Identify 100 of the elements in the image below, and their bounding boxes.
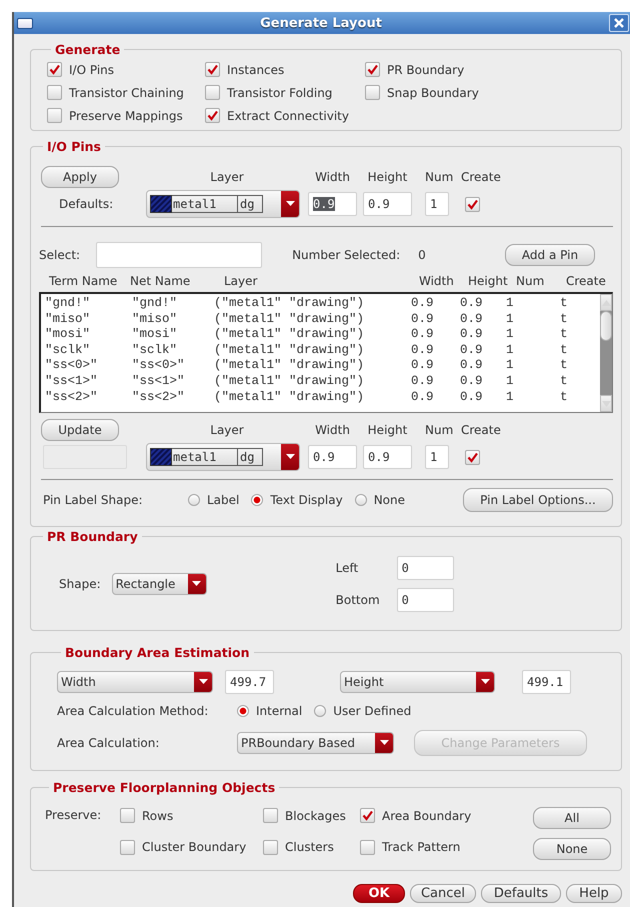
width-field[interactable]: 0.9 xyxy=(308,445,357,469)
checkbox[interactable] xyxy=(465,196,480,212)
table-cell-text: ("metal1" "drawing") xyxy=(214,327,366,343)
pin-label-options-button[interactable]: Pin Label Options... xyxy=(463,488,613,512)
column-header: Height xyxy=(468,274,509,288)
caret-icon xyxy=(192,581,202,587)
checkbox[interactable] xyxy=(47,108,62,123)
checkbox-label: I/O Pins xyxy=(69,62,114,76)
pin-list[interactable] xyxy=(39,292,613,413)
table-cell-text: ("metal1" "drawing") xyxy=(214,358,366,374)
layer-swatch-icon xyxy=(150,195,172,213)
dialog-button[interactable]: Defaults xyxy=(481,884,561,903)
column-header: Height xyxy=(366,170,408,184)
table-cell-text: ("metal1" "drawing") xyxy=(214,374,366,390)
checkbox[interactable] xyxy=(263,808,278,823)
section-title: Preserve Floorplanning Objects xyxy=(53,780,276,795)
bottom-label: Bottom xyxy=(336,593,381,607)
checkbox-label: Cluster Boundary xyxy=(142,840,246,854)
table-cell-text: 1 xyxy=(506,342,515,358)
table-cell-text: 1 xyxy=(506,374,515,390)
left-label: Left xyxy=(336,561,360,575)
radio-button[interactable] xyxy=(251,494,264,506)
num-field[interactable]: 1 xyxy=(425,445,449,469)
defaults-label: Defaults: xyxy=(58,197,114,211)
height-field[interactable]: 0.9 xyxy=(363,445,412,469)
column-header: Height xyxy=(366,423,408,437)
close-icon xyxy=(614,18,624,28)
select-all-button[interactable]: All xyxy=(533,807,611,829)
radio-button[interactable] xyxy=(237,705,249,717)
dialog-button[interactable]: Help xyxy=(566,884,622,903)
checkbox[interactable] xyxy=(47,85,62,100)
checkbox[interactable] xyxy=(263,840,278,854)
select-field[interactable] xyxy=(96,242,262,268)
layer-dropdown[interactable]: metal1 dg xyxy=(146,190,300,218)
checkbox-label: Blockages xyxy=(285,808,346,822)
radio-button[interactable] xyxy=(188,494,200,506)
checkbox[interactable] xyxy=(205,62,220,77)
checkbox-label: Area Boundary xyxy=(382,808,472,822)
table-cell-text: "ss<1>" xyxy=(44,374,99,390)
radio-label: Internal xyxy=(256,704,302,718)
width-dropdown[interactable]: Width xyxy=(57,671,213,693)
table-cell-text: "miso" xyxy=(44,312,92,328)
height-dropdown[interactable]: Height xyxy=(340,671,495,693)
table-cell-text: 1 xyxy=(506,312,515,328)
num-field[interactable]: 1 xyxy=(425,192,449,216)
section-title: Boundary Area Estimation xyxy=(65,645,250,660)
scrollbar[interactable] xyxy=(600,294,612,412)
table-cell-text: t xyxy=(559,312,569,328)
column-header: Width xyxy=(314,170,351,184)
update-button[interactable]: Update xyxy=(41,419,119,441)
section-title: PR Boundary xyxy=(47,529,138,544)
bottom-field[interactable]: 0 xyxy=(396,588,454,612)
table-cell-text: 0.9 xyxy=(410,358,435,374)
table-cell-text: "ss<0>" xyxy=(132,358,186,374)
layer-dropdown[interactable]: metal1 dg xyxy=(146,443,300,471)
shape-label: Shape: xyxy=(59,577,101,591)
checkbox[interactable] xyxy=(205,85,220,100)
table-cell-text: 1 xyxy=(506,296,515,312)
caret-icon xyxy=(480,679,490,685)
checkbox[interactable] xyxy=(120,840,135,854)
scroll-up-icon[interactable] xyxy=(602,300,610,306)
width-field[interactable]: 0.9 xyxy=(308,192,357,216)
apply-button[interactable]: Apply xyxy=(41,166,119,188)
select-label: Select: xyxy=(39,248,80,262)
column-header: Layer xyxy=(209,170,245,184)
checkbox[interactable] xyxy=(465,450,480,464)
checkbox[interactable] xyxy=(365,62,380,77)
checkbox[interactable] xyxy=(360,840,375,854)
table-cell-text: 1 xyxy=(506,327,515,343)
area-calculation-dropdown[interactable]: PRBoundary Based xyxy=(237,732,394,754)
table-cell-text: "sclk" xyxy=(44,342,92,358)
table-cell-text: ("metal1" "drawing") xyxy=(214,296,366,312)
window-title: Generate Layout xyxy=(259,16,383,30)
height-field[interactable]: 0.9 xyxy=(363,192,412,216)
add-pin-button[interactable]: Add a Pin xyxy=(505,244,595,266)
left-field[interactable]: 0 xyxy=(396,556,454,580)
dialog-button[interactable]: OK xyxy=(353,884,405,903)
layer-swatch-icon xyxy=(150,448,172,466)
pin-label-shape-label: Pin Label Shape: xyxy=(43,493,144,507)
checkbox-label: Extract Connectivity xyxy=(227,108,349,122)
height-field[interactable]: 499.1 xyxy=(522,670,571,694)
checkbox[interactable] xyxy=(47,62,62,77)
window-menu-icon[interactable] xyxy=(17,18,33,28)
select-none-button[interactable]: None xyxy=(533,838,611,860)
radio-label: None xyxy=(374,493,406,507)
column-header: Net Name xyxy=(130,274,192,288)
checkbox[interactable] xyxy=(205,108,220,123)
radio-button[interactable] xyxy=(354,494,367,506)
shape-dropdown[interactable]: Rectangle xyxy=(112,573,207,595)
checkbox[interactable] xyxy=(365,85,380,100)
radio-button[interactable] xyxy=(314,705,326,717)
close-button[interactable] xyxy=(609,14,629,32)
dialog-button[interactable]: Cancel xyxy=(410,884,476,903)
scroll-down-icon[interactable] xyxy=(602,400,610,406)
table-cell-text: 0.9 xyxy=(459,312,484,328)
width-field[interactable]: 499.7 xyxy=(225,670,274,694)
checkbox[interactable] xyxy=(120,808,135,823)
table-cell-text: 0.9 xyxy=(459,296,484,312)
checkbox-label: PR Boundary xyxy=(387,62,464,76)
checkbox[interactable] xyxy=(360,808,375,823)
